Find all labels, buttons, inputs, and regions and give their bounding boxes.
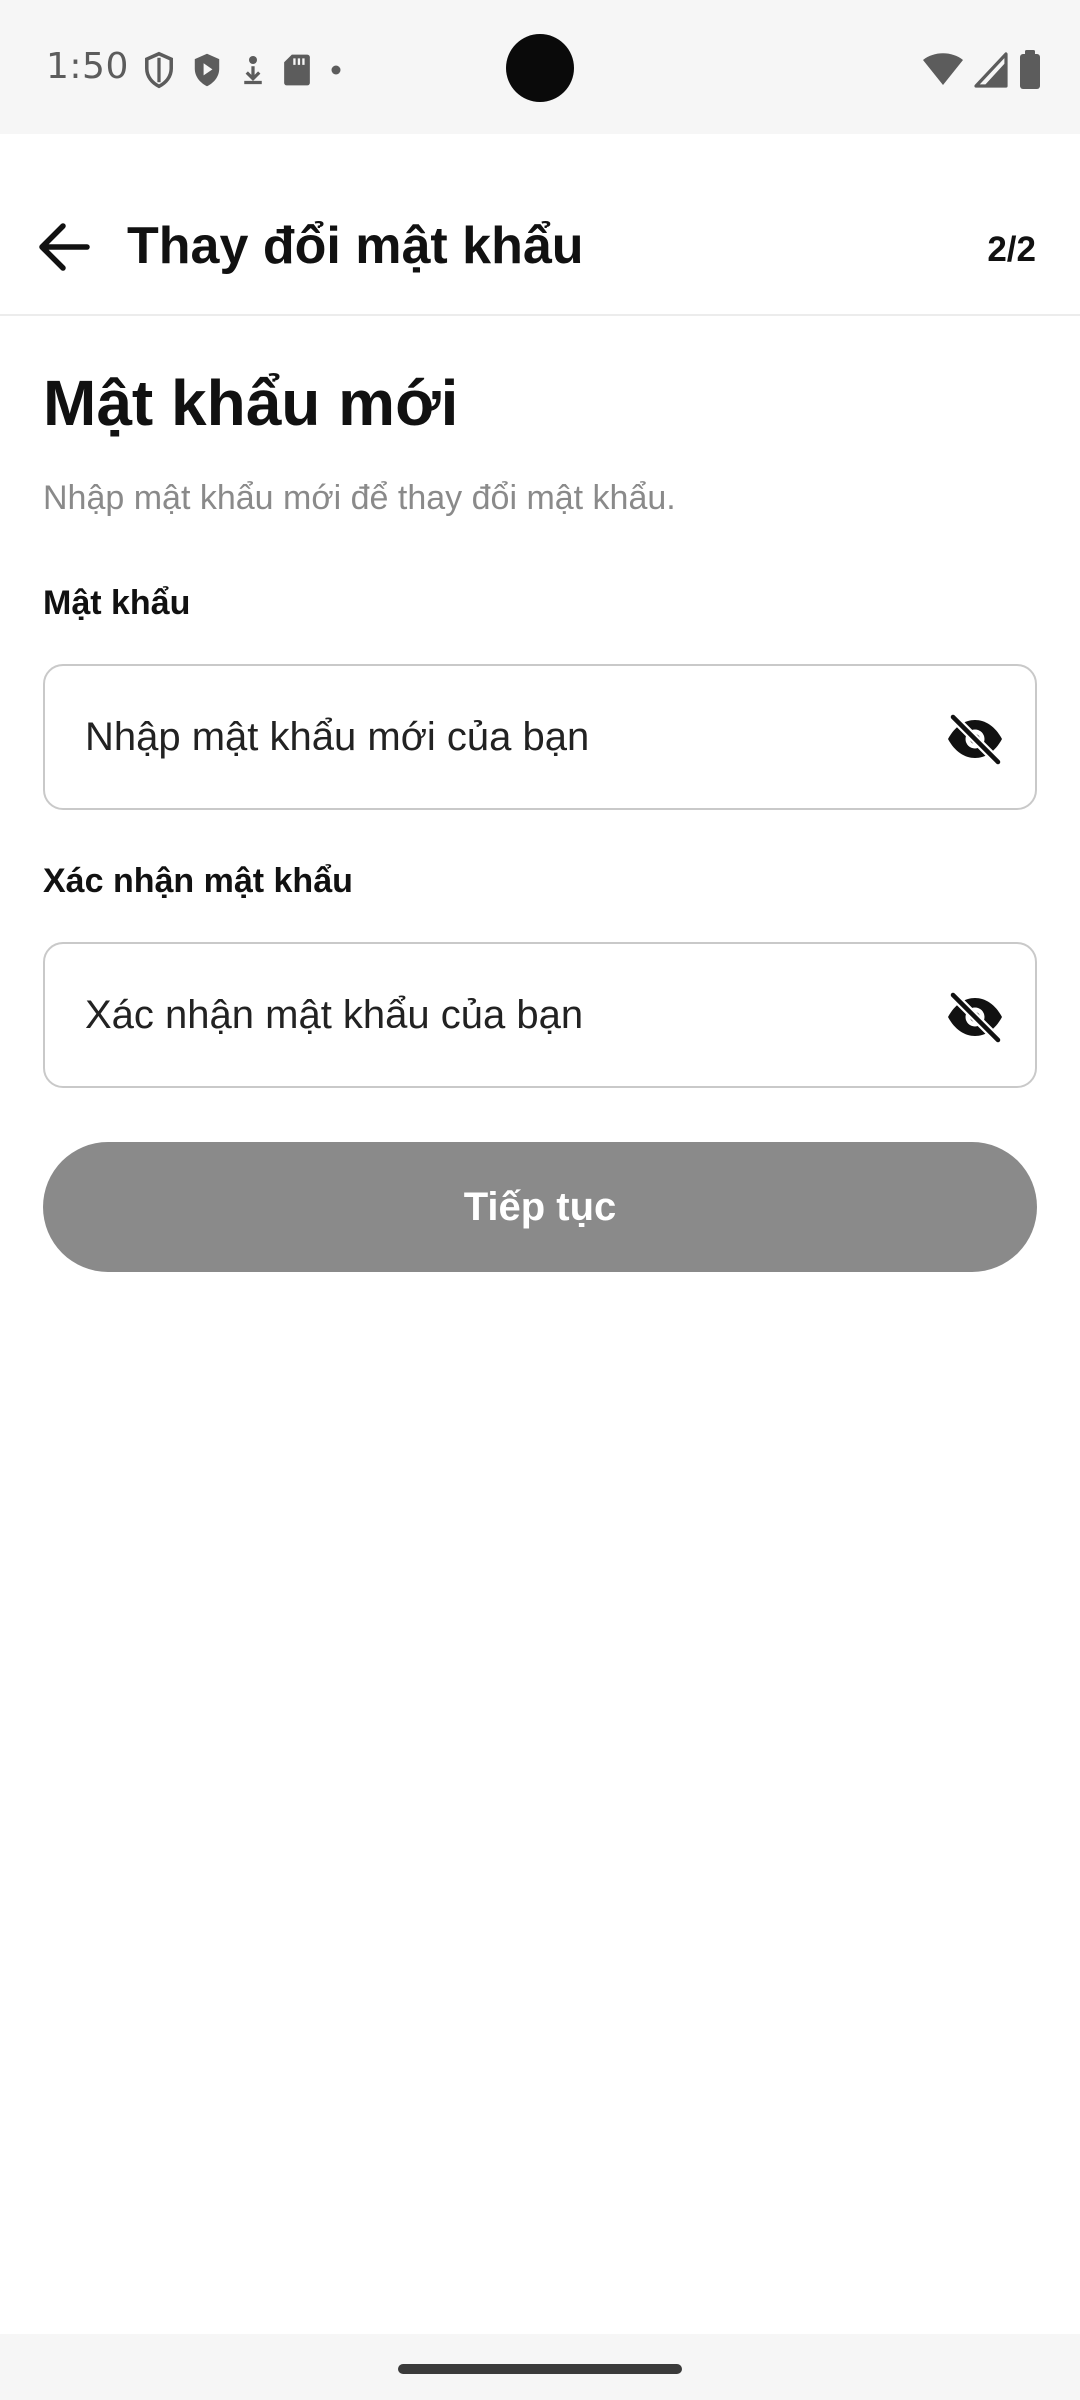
cellular-signal-icon bbox=[974, 52, 1008, 88]
confirm-password-field[interactable] bbox=[43, 942, 1037, 1088]
password-visibility-toggle[interactable] bbox=[945, 711, 1005, 767]
wifi-icon bbox=[923, 53, 963, 85]
front-camera bbox=[506, 34, 574, 102]
battery-icon bbox=[1020, 50, 1040, 89]
navigation-bar bbox=[0, 2334, 1080, 2400]
continue-button[interactable]: Tiếp tục bbox=[43, 1142, 1037, 1272]
eye-off-icon bbox=[948, 713, 1003, 765]
password-field[interactable] bbox=[43, 664, 1037, 810]
app-title: Thay đổi mật khẩu bbox=[127, 217, 584, 275]
app-bar: Thay đổi mật khẩu 2/2 bbox=[0, 134, 1080, 316]
notification-icons bbox=[142, 48, 346, 92]
confirm-password-visibility-toggle[interactable] bbox=[945, 989, 1005, 1045]
sd-card-icon bbox=[284, 54, 310, 86]
arrow-left-icon bbox=[39, 223, 90, 271]
page-heading: Mật khẩu mới bbox=[43, 367, 459, 439]
system-icons bbox=[922, 48, 1042, 92]
eye-off-icon bbox=[948, 991, 1003, 1043]
home-indicator[interactable] bbox=[398, 2364, 682, 2374]
download-icon bbox=[244, 56, 262, 85]
status-bar: 1:50 bbox=[0, 0, 1080, 134]
shield-play-icon bbox=[194, 53, 220, 87]
back-button[interactable] bbox=[26, 210, 100, 284]
password-label: Mật khẩu bbox=[43, 584, 191, 622]
password-input[interactable] bbox=[85, 666, 945, 808]
confirm-password-label: Xác nhận mật khẩu bbox=[43, 862, 353, 900]
step-indicator: 2/2 bbox=[987, 230, 1036, 269]
dot-icon bbox=[331, 65, 341, 75]
status-time: 1:50 bbox=[46, 46, 129, 87]
confirm-password-input[interactable] bbox=[85, 944, 945, 1086]
page-subtitle: Nhập mật khẩu mới để thay đổi mật khẩu. bbox=[43, 479, 676, 517]
shield-outline-icon bbox=[145, 51, 173, 89]
